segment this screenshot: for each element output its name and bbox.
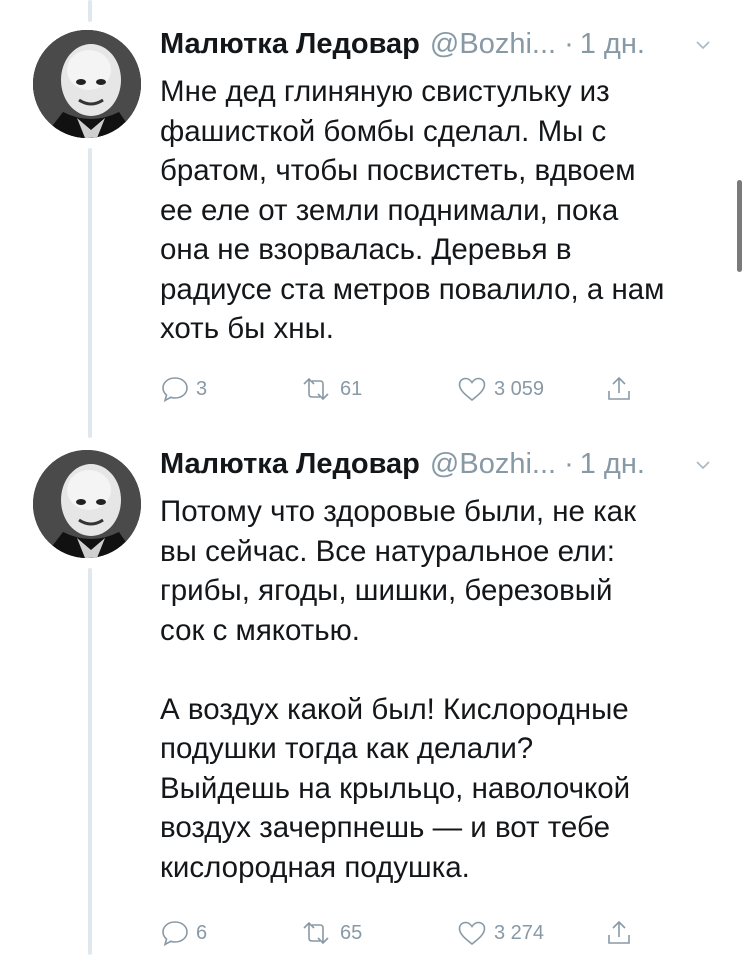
retweet-button[interactable]: 65: [298, 916, 362, 950]
reply-button[interactable]: 3: [160, 372, 207, 406]
separator-dot: ·: [564, 28, 574, 60]
like-button[interactable]: 3 059: [456, 372, 544, 406]
avatar-bald-man-icon: [33, 30, 141, 138]
reply-icon: [162, 377, 188, 403]
author-handle[interactable]: @Bozhi...: [430, 28, 556, 61]
retweet-count: 61: [340, 377, 363, 400]
chevron-down-icon[interactable]: [696, 458, 710, 472]
author-handle[interactable]: @Bozhi...: [430, 448, 556, 481]
retweet-icon: [303, 921, 329, 945]
avatar-bald-man-icon: [33, 450, 141, 558]
tweet-header: Малютка Ледовар @Bozhi... · 1 дн.: [160, 28, 710, 68]
share-button[interactable]: [604, 372, 634, 406]
like-count: 3 059: [494, 377, 545, 400]
retweet-button[interactable]: 61: [298, 372, 362, 406]
reply-count: 6: [196, 921, 208, 944]
separator-dot: ·: [564, 448, 574, 480]
reply-button[interactable]: 6: [160, 916, 207, 950]
tweet-actions: 6 65 3 274: [160, 916, 660, 950]
scrollbar[interactable]: [737, 180, 742, 272]
retweet-count: 65: [340, 921, 363, 944]
tweet-header: Малютка Ледовар @Bozhi... · 1 дн.: [160, 448, 710, 488]
reply-count: 3: [196, 377, 208, 400]
tweet-text: Мне дед глиняную свистульку из фашисткой…: [160, 75, 665, 345]
share-button[interactable]: [604, 916, 634, 950]
tweet-actions: 3 61 3 059: [160, 372, 660, 406]
like-button[interactable]: 3 274: [456, 916, 544, 950]
share-icon: [608, 920, 630, 944]
heart-icon: [458, 377, 486, 402]
author-name[interactable]: Малютка Ледовар: [160, 28, 420, 61]
heart-icon: [458, 921, 486, 946]
author-avatar[interactable]: [33, 30, 141, 138]
tweet[interactable]: Малютка Ледовар @Bozhi... · 1 дн. Потому…: [0, 440, 750, 955]
like-count: 3 274: [494, 921, 545, 944]
author-avatar[interactable]: [33, 450, 141, 558]
tweet-time[interactable]: 1 дн.: [580, 448, 645, 481]
reply-icon: [162, 921, 188, 947]
retweet-icon: [303, 377, 329, 401]
tweet-time[interactable]: 1 дн.: [580, 28, 645, 61]
author-name[interactable]: Малютка Ледовар: [160, 448, 420, 481]
tweet[interactable]: Малютка Ледовар @Bozhi... · 1 дн. Мне де…: [0, 0, 750, 440]
chevron-down-icon[interactable]: [696, 38, 710, 52]
share-icon: [608, 376, 630, 400]
tweet-text: Потому что здоровые были, не как вы сейч…: [160, 495, 636, 884]
